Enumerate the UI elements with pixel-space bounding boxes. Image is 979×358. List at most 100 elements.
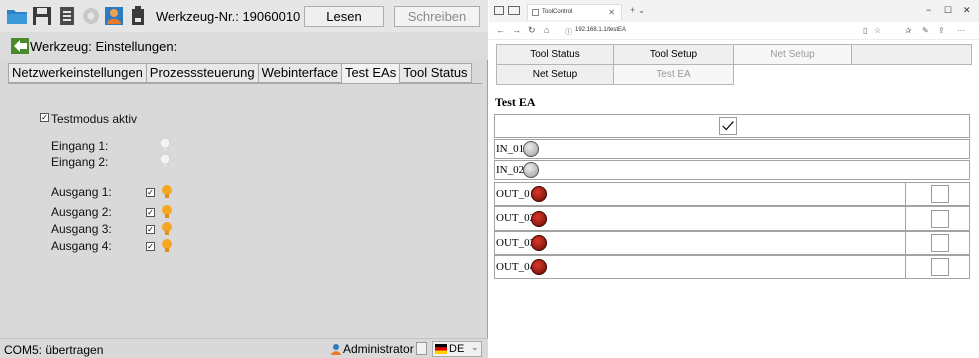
user-name: Administrator (343, 342, 414, 356)
share-icon[interactable]: ⇪ (938, 26, 945, 35)
german-flag-icon (435, 344, 447, 354)
device-icon[interactable] (127, 5, 149, 27)
address-bar: ← → ↻ ⌂ ⓘ 192.168.1.1/testEA ▯ ☆ ✰ ✎ ⇪ ·… (489, 22, 979, 40)
input-label: Eingang 1: (51, 139, 109, 153)
input-row: IN_01 (494, 139, 970, 159)
favorite-star-icon[interactable]: ☆ (874, 26, 881, 35)
bulb-on-icon (162, 205, 172, 218)
cell-divider (905, 207, 906, 230)
bulb-off-icon (159, 153, 171, 167)
user-icon[interactable] (103, 5, 125, 27)
home-icon[interactable]: ⌂ (544, 25, 549, 35)
bulb-on-icon (162, 222, 172, 235)
write-button[interactable]: Schreiben (394, 6, 480, 27)
browser-tab-title: ToolControl (542, 9, 573, 15)
document-icon[interactable] (416, 342, 427, 355)
pen-icon[interactable]: ✎ (922, 26, 929, 35)
browser-tab[interactable]: ToolControl ✕ (527, 4, 622, 20)
refresh-icon[interactable]: ↻ (528, 25, 536, 36)
back-icon[interactable]: ← (496, 25, 505, 35)
output-checkbox[interactable]: ✓ (146, 242, 155, 251)
more-icon[interactable]: ··· (957, 26, 965, 35)
output-label: Ausgang 2: (51, 205, 112, 219)
tool-status-button[interactable]: Tool Status (496, 44, 614, 65)
close-window-icon[interactable]: ✕ (963, 5, 971, 16)
language-value: DE (449, 343, 465, 355)
input-label: IN_01 (496, 143, 525, 155)
reading-view-icon[interactable]: ▯ (863, 26, 867, 35)
output-label: OUT_01 (496, 188, 536, 200)
cell-divider (905, 183, 906, 205)
net-setup-button[interactable]: Net Setup (496, 64, 614, 85)
favorites-icon[interactable]: ✰ (905, 26, 912, 35)
output-checkbox[interactable] (931, 258, 949, 276)
save-icon[interactable] (31, 5, 53, 27)
testmode-label: Testmodus aktiv (51, 112, 138, 126)
url-field[interactable]: 192.168.1.1/testEA (575, 27, 626, 33)
led-on-icon (531, 211, 547, 227)
output-row: OUT_03 (494, 231, 970, 255)
input-row: IN_02 (494, 160, 970, 180)
toolbar: Werkzeug-Nr.: 19060010 Lesen Schreiben (0, 0, 488, 32)
settings-title: Werkzeug: Einstellungen: (30, 39, 178, 54)
empty-nav-button[interactable] (852, 44, 972, 65)
read-button[interactable]: Lesen (304, 6, 384, 27)
web-nav-row: Tool Status Tool Setup Net Setup (496, 44, 972, 65)
output-checkbox[interactable]: ✓ (146, 208, 155, 217)
desktop-app: Werkzeug-Nr.: 19060010 Lesen Schreiben W… (0, 0, 488, 358)
user-icon (331, 344, 341, 355)
language-select[interactable]: DE ⌄ (432, 341, 482, 357)
output-checkbox[interactable]: ✓ (146, 225, 155, 234)
tool-setup-button[interactable]: Tool Setup (614, 44, 734, 65)
maximize-icon[interactable]: ☐ (944, 5, 952, 16)
tab-bar: Netzwerkeinstellungen Prozesssteuerung W… (8, 63, 472, 84)
output-label: Ausgang 1: (51, 185, 112, 199)
cell-divider (905, 256, 906, 278)
forward-icon[interactable]: → (512, 25, 521, 35)
testmode-row (494, 114, 970, 138)
close-tab-icon[interactable]: ✕ (608, 8, 615, 17)
checkmark-icon (722, 121, 734, 131)
cell-divider (905, 232, 906, 254)
page-title: Test EA (495, 95, 536, 109)
input-label: IN_02 (496, 164, 525, 176)
list-icon[interactable] (56, 5, 78, 27)
output-row: OUT_04 (494, 255, 970, 279)
testmode-checkbox[interactable] (719, 117, 737, 135)
browser-window: ToolControl ✕ + ⌄ − ☐ ✕ ← → ↻ ⌂ ⓘ 192.16… (489, 0, 979, 358)
gear-icon[interactable] (80, 5, 102, 27)
info-icon: ⓘ (565, 29, 572, 36)
output-checkbox[interactable] (931, 210, 949, 228)
input-label: Eingang 2: (51, 155, 109, 169)
bulb-on-icon (162, 185, 172, 198)
page-icon (532, 9, 539, 16)
led-off-icon (523, 162, 539, 178)
tab-manager-icon[interactable] (494, 6, 504, 15)
output-label: Ausgang 3: (51, 222, 112, 236)
testmode-checkbox[interactable]: ✓ (40, 113, 49, 122)
chevron-down-icon: ⌄ (471, 342, 479, 352)
minimize-icon[interactable]: − (926, 5, 931, 15)
led-on-icon (531, 259, 547, 275)
status-message: COM5: übertragen (4, 343, 104, 357)
browser-tab-strip: ToolControl ✕ + ⌄ − ☐ ✕ (489, 0, 979, 22)
tab-test-eas[interactable]: Test EAs (341, 63, 401, 84)
tab-webinterface[interactable]: Webinterface (258, 63, 342, 83)
folder-icon[interactable] (6, 5, 28, 27)
tab-netzwerkeinstellungen[interactable]: Netzwerkeinstellungen (8, 63, 147, 83)
output-label: OUT_03 (496, 237, 536, 249)
output-checkbox[interactable]: ✓ (146, 188, 155, 197)
output-label: OUT_04 (496, 261, 536, 273)
status-bar: COM5: übertragen (0, 338, 488, 358)
tab-prozesssteuerung[interactable]: Prozesssteuerung (146, 63, 259, 83)
output-label: Ausgang 4: (51, 239, 112, 253)
test-ea-button[interactable]: Test EA (614, 64, 734, 85)
output-checkbox[interactable] (931, 234, 949, 252)
new-tab-icon[interactable]: + ⌄ (630, 5, 645, 16)
output-checkbox[interactable] (931, 185, 949, 203)
net-setup-button[interactable]: Net Setup (734, 44, 852, 65)
back-arrow-icon[interactable] (11, 38, 29, 54)
led-on-icon (531, 186, 547, 202)
tab-tool-status[interactable]: Tool Status (400, 63, 472, 83)
back-tabs-icon[interactable] (508, 6, 520, 15)
